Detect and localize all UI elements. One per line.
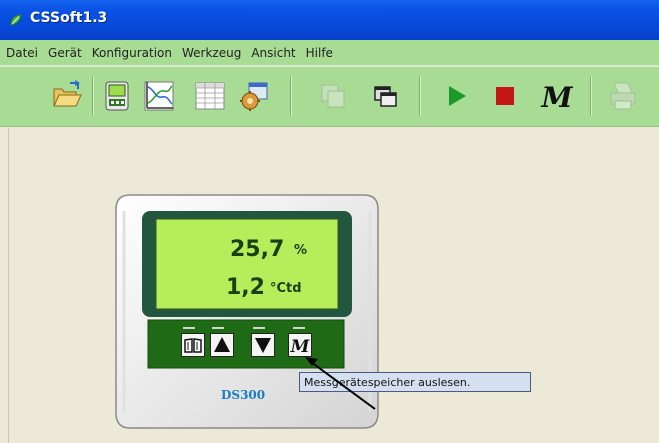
arrow-down-icon xyxy=(251,333,275,357)
stop-button[interactable] xyxy=(488,79,522,113)
svg-text:M: M xyxy=(290,337,311,357)
printer-icon xyxy=(606,79,640,113)
menu-konfiguration[interactable]: Konfiguration xyxy=(92,46,172,60)
window-title: CSSoft1.3 xyxy=(30,10,108,26)
menu-datei[interactable]: Datei xyxy=(6,46,38,60)
tooltip: Messgerätespeicher auslesen. xyxy=(299,372,531,392)
table-icon xyxy=(193,79,227,113)
reading-humidity-unit: % xyxy=(294,243,308,258)
windows-icon xyxy=(368,79,402,113)
open-button[interactable] xyxy=(50,79,84,113)
memory-icon: M xyxy=(535,79,579,113)
menu-ansicht[interactable]: Ansicht xyxy=(251,46,295,60)
device-down-button[interactable] xyxy=(251,333,275,357)
print-button[interactable] xyxy=(606,79,640,113)
toolbar: M xyxy=(0,67,659,127)
menu-geraet[interactable]: Gerät xyxy=(48,46,82,60)
device-memory-button[interactable]: M xyxy=(288,333,312,357)
reading-dewpoint-unit: °Ctd xyxy=(270,281,302,296)
reading-humidity-value: 25,7 xyxy=(230,237,285,262)
memory-icon: M xyxy=(288,333,312,357)
table-button[interactable] xyxy=(193,79,227,113)
app-logo-icon xyxy=(8,12,24,28)
windows-button[interactable] xyxy=(368,79,402,113)
play-icon xyxy=(439,79,473,113)
toolbar-separator xyxy=(419,77,421,115)
menu-werkzeug[interactable]: Werkzeug xyxy=(182,46,241,60)
device-button[interactable] xyxy=(100,79,134,113)
open-folder-icon xyxy=(50,79,84,113)
toolbar-separator xyxy=(290,77,292,115)
device-icon xyxy=(100,79,134,113)
menu-bar: Datei Gerät Konfiguration Werkzeug Ansic… xyxy=(0,40,659,66)
toolbar-separator xyxy=(590,77,592,115)
arrow-up-icon xyxy=(210,333,234,357)
title-bar: CSSoft1.3 xyxy=(0,0,659,40)
device-up-button[interactable] xyxy=(210,333,234,357)
line-chart-icon xyxy=(142,79,176,113)
settings-icon xyxy=(237,79,271,113)
device-model-label: DS300 xyxy=(221,388,266,402)
menu-hilfe[interactable]: Hilfe xyxy=(306,46,333,60)
device-menu-button[interactable] xyxy=(181,333,205,357)
reading-dewpoint-value: 1,2 xyxy=(226,275,265,300)
settings-button[interactable] xyxy=(237,79,271,113)
toolbar-separator xyxy=(92,77,94,115)
stop-icon xyxy=(488,79,522,113)
read-memory-button[interactable]: M xyxy=(535,79,579,113)
copy-icon xyxy=(316,79,350,113)
start-button[interactable] xyxy=(439,79,473,113)
book-icon xyxy=(181,333,205,357)
svg-text:M: M xyxy=(541,81,574,113)
copy-button[interactable] xyxy=(316,79,350,113)
workspace-divider xyxy=(8,128,9,443)
chart-button[interactable] xyxy=(142,79,176,113)
